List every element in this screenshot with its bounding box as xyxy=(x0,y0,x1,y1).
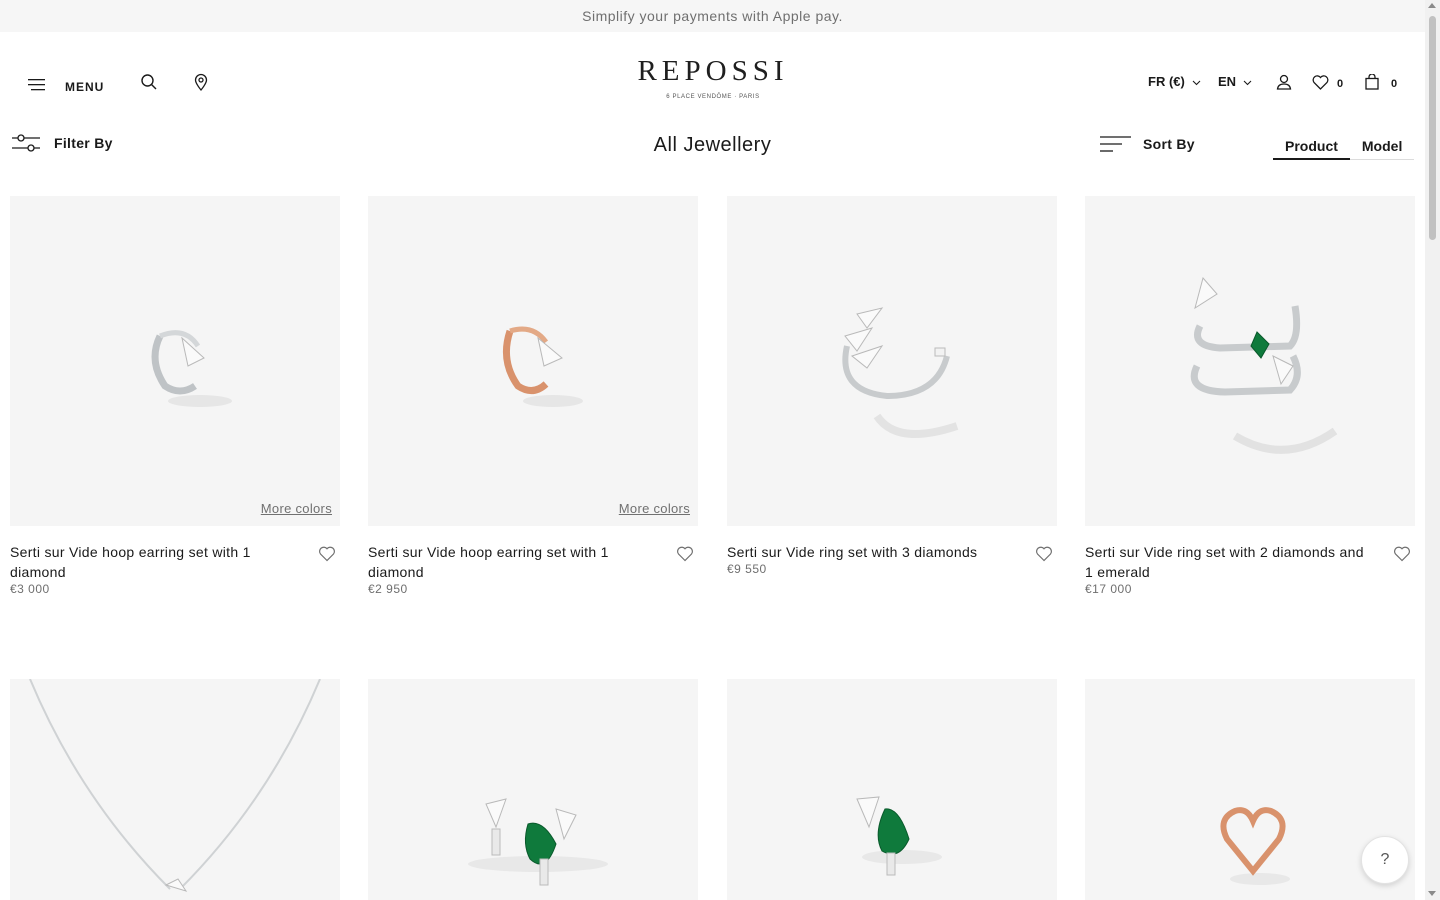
cart-button[interactable]: 0 xyxy=(1365,74,1397,90)
scroll-up-arrow-icon[interactable] xyxy=(1428,3,1436,8)
logo-wordmark: REPOSSI xyxy=(637,55,789,87)
currency-selector[interactable]: FR (€) xyxy=(1148,74,1201,89)
product-image[interactable] xyxy=(10,679,340,900)
site-header: MENU REPOSSI 6 PLACE VENDÔME · PARIS FR … xyxy=(0,32,1425,122)
product-name[interactable]: Serti sur Vide ring set with 2 diamonds … xyxy=(1085,542,1365,582)
product-card[interactable]: Serti sur Vide ring set with 2 diamonds … xyxy=(1085,196,1415,596)
product-name[interactable]: Serti sur Vide hoop earring set with 1 d… xyxy=(10,542,290,582)
heart-icon[interactable] xyxy=(1035,545,1053,563)
diamond-necklace-image xyxy=(29,679,321,892)
chevron-down-icon xyxy=(1243,80,1252,85)
product-card[interactable] xyxy=(10,679,340,900)
promo-text: Simplify your payments with Apple pay. xyxy=(582,8,843,24)
account-icon[interactable] xyxy=(1275,73,1293,91)
product-card[interactable]: More colors Serti sur Vide hoop earring … xyxy=(10,196,340,596)
more-colors-link[interactable]: More colors xyxy=(619,501,690,516)
sort-button[interactable]: Sort By xyxy=(1100,136,1195,152)
heart-icon[interactable] xyxy=(318,545,336,563)
brand-logo[interactable]: REPOSSI 6 PLACE VENDÔME · PARIS xyxy=(637,56,789,100)
wishlist-count: 0 xyxy=(1337,78,1344,90)
scrollbar-thumb[interactable] xyxy=(1429,16,1436,240)
product-price: €2 950 xyxy=(368,582,408,596)
three-diamond-ring-image xyxy=(842,307,959,438)
language-value: EN xyxy=(1218,74,1237,89)
heart-icon[interactable] xyxy=(676,545,694,563)
sort-label: Sort By xyxy=(1143,136,1195,152)
more-colors-link[interactable]: More colors xyxy=(261,501,332,516)
product-price: €17 000 xyxy=(1085,582,1132,596)
product-price: €9 550 xyxy=(727,562,767,576)
product-card[interactable] xyxy=(368,679,698,900)
page-title: All Jewellery xyxy=(653,134,772,156)
product-image[interactable] xyxy=(368,679,698,900)
help-question-icon: ? xyxy=(1380,851,1390,868)
menu-label: MENU xyxy=(65,80,105,94)
rose-gold-hoop-earring-image xyxy=(502,326,583,407)
scroll-down-arrow-icon[interactable] xyxy=(1428,891,1436,896)
product-price: €3 000 xyxy=(10,582,50,596)
emerald-diamond-earring-image xyxy=(856,796,942,876)
filter-sliders-icon xyxy=(12,134,40,152)
filter-label: Filter By xyxy=(54,135,113,151)
product-image[interactable]: More colors xyxy=(10,196,340,526)
view-model-tab[interactable]: Model xyxy=(1349,138,1415,160)
promo-banner: Simplify your payments with Apple pay. xyxy=(0,0,1425,32)
currency-value: FR (€) xyxy=(1148,74,1185,89)
chevron-down-icon xyxy=(1192,80,1201,85)
product-image[interactable]: More colors xyxy=(368,196,698,526)
product-card[interactable] xyxy=(727,679,1057,900)
toi-et-moi-earrings-image xyxy=(468,798,608,886)
language-selector[interactable]: EN xyxy=(1218,74,1252,89)
heart-icon xyxy=(1312,74,1329,90)
product-card[interactable]: More colors Serti sur Vide hoop earring … xyxy=(368,196,698,596)
shopping-bag-icon xyxy=(1365,74,1379,90)
product-name[interactable]: Serti sur Vide hoop earring set with 1 d… xyxy=(368,542,648,582)
logo-subtitle: 6 PLACE VENDÔME · PARIS xyxy=(666,94,760,100)
heart-icon[interactable] xyxy=(1393,545,1411,563)
product-image[interactable] xyxy=(1085,196,1415,526)
search-icon[interactable] xyxy=(140,73,158,91)
view-toggle: Product Model xyxy=(1273,138,1415,160)
product-name[interactable]: Serti sur Vide ring set with 3 diamonds xyxy=(727,542,1007,562)
filter-button[interactable]: Filter By xyxy=(12,134,113,152)
hoop-earring-image xyxy=(151,330,232,407)
product-card[interactable]: Serti sur Vide ring set with 3 diamonds … xyxy=(727,196,1057,576)
emerald-diamond-ring-image xyxy=(1190,276,1338,454)
cart-count: 0 xyxy=(1391,78,1398,90)
product-image[interactable] xyxy=(727,679,1057,900)
store-locator-icon[interactable] xyxy=(192,73,210,91)
sort-lines-icon xyxy=(1100,136,1131,152)
page-scrollbar[interactable] xyxy=(1425,0,1440,900)
product-image[interactable] xyxy=(727,196,1057,526)
wishlist-button[interactable]: 0 xyxy=(1312,74,1343,90)
hamburger-icon xyxy=(28,79,45,91)
help-button[interactable]: ? xyxy=(1361,836,1409,884)
menu-button[interactable]: MENU xyxy=(28,76,104,94)
view-product-tab[interactable]: Product xyxy=(1273,138,1350,160)
listing-toolbar: Filter By All Jewellery Sort By Product … xyxy=(0,122,1425,182)
